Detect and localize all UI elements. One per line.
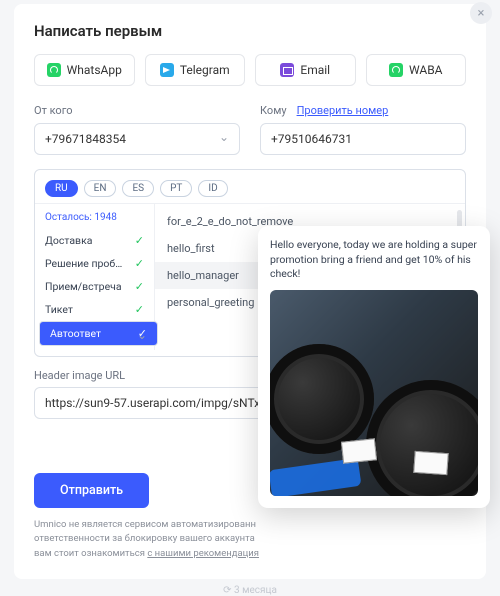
check-icon: ✓ [135, 303, 144, 316]
category-item[interactable]: Решение проб…✓ [35, 252, 154, 275]
to-input[interactable] [260, 123, 466, 155]
waba-icon [389, 63, 403, 77]
channel-selector: WhatsApp Telegram Email WABA [34, 54, 466, 86]
disclaimer: Umnico не является сервисом автоматизиро… [34, 518, 364, 561]
whatsapp-icon [47, 63, 61, 77]
check-icon: ✓ [135, 257, 144, 270]
channel-whatsapp[interactable]: WhatsApp [34, 54, 135, 86]
email-icon [280, 63, 294, 77]
channel-label: Email [300, 63, 330, 77]
check-icon: ✓ [135, 234, 144, 247]
close-icon[interactable]: × [470, 2, 492, 24]
footer-timestamp: ⟳ 3 месяца [0, 585, 500, 596]
message-preview: Hello everyone, today we are holding a s… [258, 226, 490, 508]
preview-image [270, 290, 478, 496]
category-list: Осталось: 1948 Доставка✓ Решение проб…✓ … [35, 204, 155, 350]
channel-label: WhatsApp [67, 63, 122, 77]
modal-title: Написать первым [34, 22, 466, 40]
channel-email[interactable]: Email [255, 54, 356, 86]
from-value: +79671848354 [45, 132, 126, 146]
category-item[interactable]: Прием/встреча✓ [35, 275, 154, 298]
from-label: От кого [34, 104, 240, 117]
lang-es[interactable]: ES [122, 180, 154, 197]
remaining-count: Осталось: 1948 [35, 208, 154, 229]
preview-text: Hello everyone, today we are holding a s… [270, 238, 478, 282]
lang-tabs: RU EN ES PT ID [45, 170, 455, 203]
channel-telegram[interactable]: Telegram [145, 54, 246, 86]
verify-number-link[interactable]: Проверить номер [297, 104, 389, 117]
from-select[interactable]: +79671848354 [34, 123, 240, 155]
lang-ru[interactable]: RU [45, 180, 78, 197]
channel-label: Telegram [180, 63, 230, 77]
check-icon: ✓ [135, 280, 144, 293]
lang-id[interactable]: ID [198, 180, 227, 197]
lang-en[interactable]: EN [84, 180, 117, 197]
category-item[interactable]: Тикет✓ [35, 298, 154, 321]
to-label: КомуПроверить номер [260, 104, 466, 117]
category-item-selected[interactable]: Автоответ✓ [39, 321, 158, 346]
channel-label: WABA [409, 63, 443, 77]
lang-pt[interactable]: PT [160, 180, 192, 197]
recommendations-link[interactable]: с нашими рекомендация [147, 548, 259, 559]
check-icon: ✓ [138, 327, 147, 340]
channel-waba[interactable]: WABA [366, 54, 467, 86]
telegram-icon [160, 63, 174, 77]
send-button[interactable]: Отправить [34, 473, 149, 508]
category-item[interactable]: Доставка✓ [35, 229, 154, 252]
